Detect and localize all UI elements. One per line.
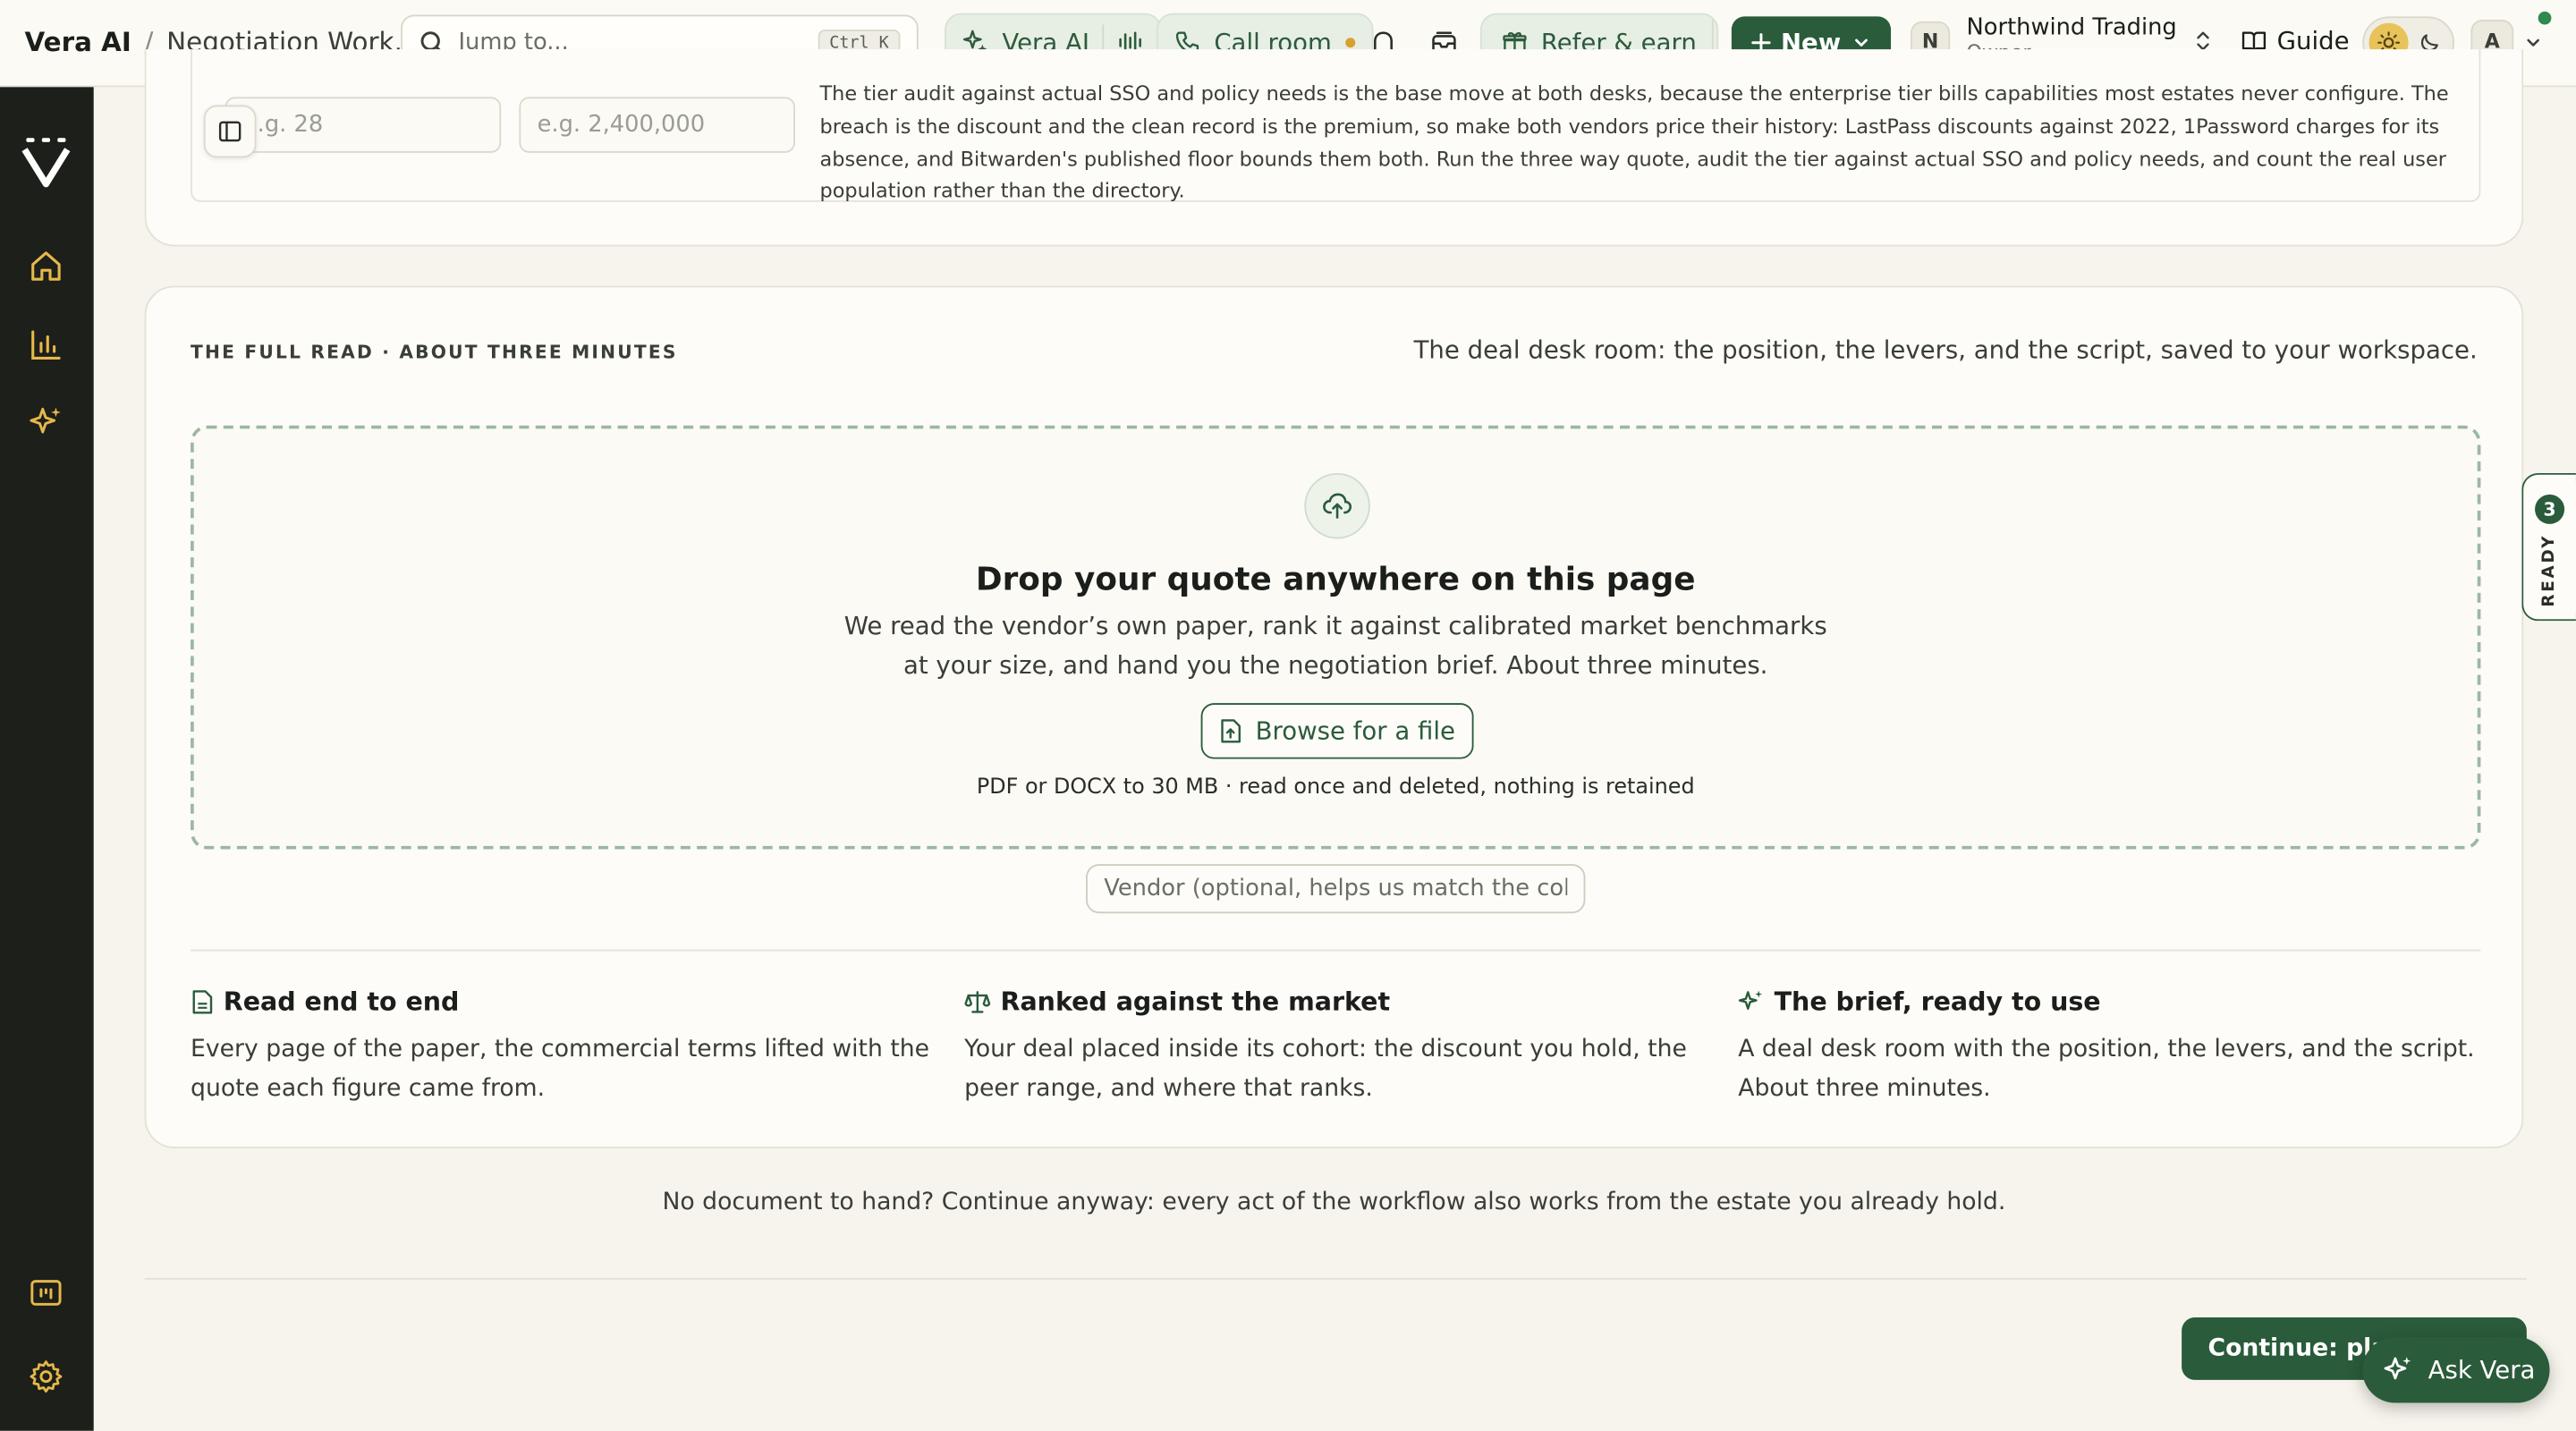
drop-title: Drop your quote anywhere on this page [975, 560, 1696, 598]
feature-title-text: Ranked against the market [1000, 986, 1391, 1017]
feature-body: A deal desk room with the position, the … [1738, 1036, 2475, 1103]
file-drop-zone[interactable]: Drop your quote anywhere on this page We… [191, 425, 2481, 850]
scale-icon [964, 989, 991, 1015]
full-read-card: THE FULL READ · ABOUT THREE MINUTES The … [144, 285, 2524, 1148]
divider [191, 949, 2481, 952]
folder-icon[interactable] [26, 1273, 65, 1312]
call-room-status-dot [1344, 38, 1355, 48]
feature-body: Every page of the paper, the commercial … [191, 1036, 930, 1103]
sparkle-icon[interactable] [26, 402, 65, 442]
audit-paragraph: The tier audit against actual SSO and po… [819, 81, 2449, 203]
estate-card: The tier audit against actual SSO and po… [144, 49, 2524, 247]
org-name: Northwind Trading [1966, 14, 2177, 41]
sidebar-toggle-icon[interactable] [203, 105, 257, 158]
spend-field[interactable] [519, 97, 795, 153]
feature-brief-ready: The brief, ready to use A deal desk room… [1738, 987, 2486, 1109]
seats-field[interactable] [225, 97, 502, 153]
drop-subtitle: We read the vendor’s own paper, rank it … [194, 606, 2478, 685]
divider [144, 1277, 2527, 1280]
drop-subtitle-line: at your size, and hand you the negotiati… [902, 650, 1768, 681]
ask-vera-label: Ask Vera [2428, 1355, 2536, 1385]
browse-file-button[interactable]: Browse for a file [1200, 703, 1474, 759]
drop-subtitle-line: We read the vendor’s own paper, rank it … [843, 611, 1827, 641]
app-name-link[interactable]: Vera AI [25, 26, 131, 57]
section-eyebrow: THE FULL READ · ABOUT THREE MINUTES [191, 342, 678, 363]
section-tagline: The deal desk room: the position, the le… [1413, 334, 2478, 365]
ready-count-badge: 3 [2535, 494, 2565, 524]
file-limits-note: PDF or DOCX to 30 MB · read once and del… [976, 775, 1695, 800]
vendor-field[interactable] [1086, 864, 1586, 914]
cloud-upload-icon [1304, 472, 1370, 539]
left-rail [0, 87, 94, 1431]
vera-logo-icon[interactable] [20, 136, 72, 189]
spend-input[interactable] [537, 111, 777, 139]
feature-body: Your deal placed inside its cohort: the … [964, 1036, 1687, 1103]
vendor-input[interactable] [1104, 875, 1568, 902]
feature-title: The brief, ready to use [1738, 987, 2486, 1017]
ready-drawer-tab[interactable]: 3 READY [2521, 472, 2576, 622]
no-document-note: No document to hand? Continue anyway: ev… [662, 1189, 2006, 1216]
chevron-up-down-icon [2193, 29, 2213, 52]
sparkle-icon [1738, 989, 1764, 1015]
feature-title: Ranked against the market [964, 987, 1712, 1017]
gear-icon[interactable] [26, 1357, 65, 1396]
feature-read-end-to-end: Read end to end Every page of the paper,… [191, 987, 938, 1109]
online-status-dot [2538, 11, 2552, 25]
seats-input[interactable] [242, 111, 483, 139]
ready-label: READY [2540, 533, 2559, 607]
chevron-down-icon[interactable] [2523, 33, 2543, 53]
document-icon [191, 989, 214, 1015]
feature-title: Read end to end [191, 987, 938, 1017]
browse-label: Browse for a file [1255, 716, 1455, 746]
feature-title-text: The brief, ready to use [1774, 986, 2101, 1017]
feature-ranked-against-market: Ranked against the market Your deal plac… [964, 987, 1712, 1109]
home-icon[interactable] [26, 247, 65, 286]
feature-title-text: Read end to end [223, 986, 460, 1017]
sparkle-icon [2382, 1353, 2415, 1386]
file-upload-icon [1219, 718, 1242, 744]
chart-icon[interactable] [26, 326, 65, 365]
ask-vera-button[interactable]: Ask Vera [2362, 1337, 2550, 1403]
